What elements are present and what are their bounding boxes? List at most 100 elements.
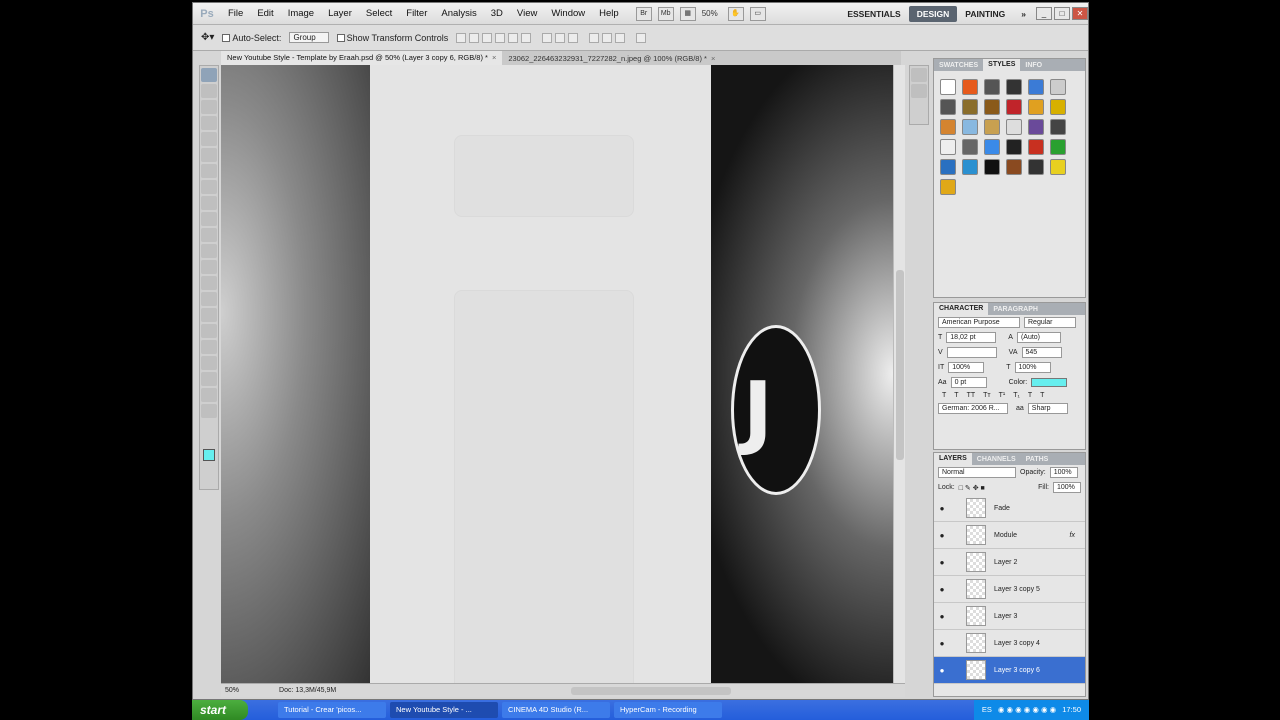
path-select-tool-icon[interactable]	[201, 324, 217, 338]
style-preset-swatch[interactable]	[1006, 139, 1022, 155]
quick-select-tool-icon[interactable]	[201, 116, 217, 130]
language-select[interactable]: German: 2006 R...	[938, 403, 1008, 414]
clock[interactable]: 17:50	[1062, 700, 1081, 720]
history-brush-tool-icon[interactable]	[201, 212, 217, 226]
layer-row[interactable]: ● Module fx	[934, 522, 1085, 549]
hand-tool-icon[interactable]: ✋	[727, 6, 744, 21]
align-top-icon[interactable]	[456, 32, 467, 43]
distribute-icon[interactable]	[615, 32, 626, 43]
layer-row[interactable]: ● Layer 3 copy 4	[934, 630, 1085, 657]
tray-icons[interactable]: ◉ ◉ ◉ ◉ ◉ ◉ ◉	[998, 700, 1056, 720]
tab-layers[interactable]: LAYERS	[934, 453, 972, 465]
taskbar-button-cinema4d[interactable]: CINEMA 4D Studio (R...	[502, 702, 610, 718]
vertical-scale-field[interactable]: 100%	[948, 362, 985, 373]
style-preset-swatch[interactable]	[940, 159, 956, 175]
horizontal-scroll-thumb[interactable]	[571, 687, 731, 695]
visibility-eye-icon[interactable]: ●	[934, 639, 950, 648]
kerning-field[interactable]	[946, 347, 997, 358]
distribute-icon[interactable]	[602, 32, 613, 43]
antialias-select[interactable]: Sharp	[1027, 403, 1068, 414]
menu-window[interactable]: Window	[544, 8, 592, 19]
style-preset-swatch[interactable]	[940, 79, 956, 95]
style-preset-swatch[interactable]	[984, 119, 1000, 135]
visibility-eye-icon[interactable]: ●	[934, 612, 950, 621]
view-extras-icon[interactable]: ▦	[679, 6, 696, 21]
distribute-icon[interactable]	[589, 32, 600, 43]
visibility-eye-icon[interactable]: ●	[934, 666, 950, 675]
taskbar-button-photoshop[interactable]: New Youtube Style - ...	[390, 702, 498, 718]
style-preset-swatch[interactable]	[1050, 79, 1066, 95]
visibility-eye-icon[interactable]: ●	[934, 504, 950, 513]
auto-select-dropdown[interactable]: Group	[289, 32, 329, 43]
stamp-tool-icon[interactable]	[201, 196, 217, 210]
shape-tool-icon[interactable]	[201, 340, 217, 354]
style-preset-swatch[interactable]	[984, 139, 1000, 155]
crop-tool-icon[interactable]	[201, 132, 217, 146]
tab-paths[interactable]: PATHS	[1021, 456, 1054, 463]
superscript-icon[interactable]: T¹	[999, 392, 1006, 399]
font-size-field[interactable]: 18,02 pt	[946, 332, 997, 343]
move-tool-icon[interactable]	[201, 68, 217, 82]
align-vcenter-icon[interactable]	[469, 32, 480, 43]
visibility-eye-icon[interactable]: ●	[934, 585, 950, 594]
menu-view[interactable]: View	[510, 8, 544, 19]
layer-effects-icon[interactable]: fx	[1070, 532, 1075, 539]
eyedropper-tool-icon[interactable]	[201, 148, 217, 162]
tab-info[interactable]: INFO	[1020, 62, 1047, 69]
align-hcenter-icon[interactable]	[508, 32, 519, 43]
style-preset-swatch[interactable]	[1050, 119, 1066, 135]
subscript-icon[interactable]: T₁	[1013, 392, 1020, 399]
tab-swatches[interactable]: SWATCHES	[934, 62, 983, 69]
menu-layer[interactable]: Layer	[321, 8, 359, 19]
lock-icons[interactable]: □ ✎ ✥ ■	[959, 484, 985, 492]
close-tab-icon[interactable]: ×	[711, 54, 715, 63]
auto-align-icon[interactable]	[636, 32, 647, 43]
brush-tool-icon[interactable]	[201, 180, 217, 194]
dodge-tool-icon[interactable]	[201, 276, 217, 290]
fill-field[interactable]: 100%	[1053, 482, 1081, 493]
blend-mode-select[interactable]: Normal	[938, 467, 1016, 478]
style-preset-swatch[interactable]	[1050, 159, 1066, 175]
tracking-field[interactable]: 545	[1021, 347, 1062, 358]
tab-channels[interactable]: CHANNELS	[972, 456, 1021, 463]
menu-file[interactable]: File	[221, 8, 250, 19]
workspace-painting[interactable]: PAINTING	[957, 6, 1013, 22]
style-preset-swatch[interactable]	[940, 119, 956, 135]
style-preset-swatch[interactable]	[1028, 119, 1044, 135]
layer-row[interactable]: ● Layer 3	[934, 603, 1085, 630]
doc-tab-active[interactable]: New Youtube Style - Template by Eraah.ps…	[221, 51, 503, 65]
distribute-icon[interactable]	[555, 32, 566, 43]
small-caps-icon[interactable]: Tт	[983, 392, 990, 399]
visibility-eye-icon[interactable]: ●	[934, 531, 950, 540]
maximize-icon[interactable]: □	[1054, 7, 1070, 20]
foreground-color-swatch[interactable]	[203, 449, 215, 461]
minibridge-icon[interactable]: Mb	[657, 6, 674, 21]
healing-tool-icon[interactable]	[201, 164, 217, 178]
layer-row[interactable]: ● Fade	[934, 495, 1085, 522]
type-tool-icon[interactable]	[201, 308, 217, 322]
style-preset-swatch[interactable]	[940, 179, 956, 195]
layer-row[interactable]: ● Layer 3 copy 6	[934, 657, 1085, 684]
zoom-tool-icon[interactable]	[201, 404, 217, 418]
style-preset-swatch[interactable]	[1006, 79, 1022, 95]
workspace-essentials[interactable]: ESSENTIALS	[839, 6, 908, 22]
auto-select-checkbox[interactable]: Auto-Select:	[222, 33, 281, 43]
vertical-scrollbar[interactable]	[893, 65, 905, 683]
bridge-icon[interactable]: Br	[635, 6, 652, 21]
style-preset-swatch[interactable]	[962, 79, 978, 95]
underline-icon[interactable]: T	[1028, 392, 1032, 399]
tab-styles[interactable]: STYLES	[983, 59, 1021, 71]
style-preset-swatch[interactable]	[940, 99, 956, 115]
blur-tool-icon[interactable]	[201, 260, 217, 274]
menu-edit[interactable]: Edit	[250, 8, 280, 19]
opacity-field[interactable]: 100%	[1049, 467, 1078, 478]
style-preset-swatch[interactable]	[1006, 99, 1022, 115]
style-preset-swatch[interactable]	[984, 99, 1000, 115]
menu-analysis[interactable]: Analysis	[434, 8, 483, 19]
baseline-field[interactable]: 0 pt	[950, 377, 987, 388]
faux-bold-icon[interactable]: T	[942, 392, 946, 399]
text-color-swatch[interactable]	[1031, 378, 1068, 387]
tab-paragraph[interactable]: PARAGRAPH	[988, 306, 1043, 313]
actions-panel-icon[interactable]	[911, 84, 927, 98]
doc-tab[interactable]: 23062_226463232931_7227282_n.jpeg @ 100%…	[502, 54, 721, 63]
